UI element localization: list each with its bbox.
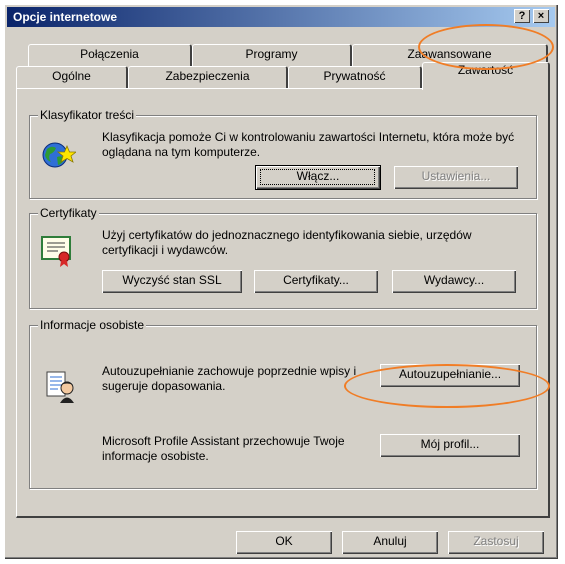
tab-connections[interactable]: Połączenia <box>28 44 192 66</box>
cancel-button[interactable]: Anuluj <box>342 531 438 554</box>
my-profile-button-label: Mój profil... <box>420 437 480 451</box>
certificates-button-label: Certyfikaty... <box>283 273 349 287</box>
tab-label: Prywatność <box>323 69 386 83</box>
tab-general[interactable]: Ogólne <box>16 66 128 89</box>
tab-label: Zabezpieczenia <box>165 69 250 83</box>
autocomplete-description: Autouzupełnianie zachowuje poprzednie wp… <box>102 364 357 393</box>
content-advisor-description: Klasyfikacja pomoże Ci w kontrolowaniu z… <box>102 130 515 159</box>
publishers-button-label: Wydawcy... <box>423 273 485 287</box>
settings-button-label: Ustawienia... <box>421 169 491 183</box>
autocomplete-icon <box>46 371 74 403</box>
settings-button[interactable]: Ustawienia... <box>394 166 518 189</box>
apply-button-label: Zastosuj <box>473 534 519 548</box>
enable-button[interactable]: Włącz... <box>255 165 381 190</box>
personal-info-title: Informacje osobiste <box>38 318 147 332</box>
help-button[interactable]: ? <box>514 9 530 23</box>
internet-options-dialog: Opcje internetowe ? × Połączenia Program… <box>4 4 558 559</box>
annotation-ellipse-advanced-tab <box>418 24 554 70</box>
content-advisor-icon <box>42 142 76 168</box>
clear-ssl-state-label: Wyczyść stan SSL <box>122 273 222 287</box>
certificate-icon <box>41 236 71 267</box>
profile-description: Microsoft Profile Assistant przechowuje … <box>102 434 345 463</box>
certificates-description: Użyj certyfikatów do jednoznacznego iden… <box>102 228 472 257</box>
ok-button-label: OK <box>275 534 293 548</box>
tab-label: Połączenia <box>80 47 139 61</box>
close-button[interactable]: × <box>533 9 549 23</box>
tab-label: Programy <box>245 47 298 61</box>
publishers-button[interactable]: Wydawcy... <box>392 270 516 293</box>
content-advisor-title: Klasyfikator treści <box>38 108 137 122</box>
certificates-group: Certyfikaty Użyj certyfikatów do jednozn… <box>29 206 537 309</box>
tab-programs[interactable]: Programy <box>192 44 352 66</box>
certificates-button[interactable]: Certyfikaty... <box>254 270 378 293</box>
tab-security[interactable]: Zabezpieczenia <box>128 66 288 89</box>
content-advisor-group: Klasyfikator treści Klasyfikacja pomoże … <box>29 108 537 199</box>
cancel-button-label: Anuluj <box>373 534 407 548</box>
ok-button[interactable]: OK <box>236 531 332 554</box>
tab-privacy[interactable]: Prywatność <box>288 66 422 89</box>
tab-label: Ogólne <box>52 69 91 83</box>
certificates-title: Certyfikaty <box>38 206 99 220</box>
clear-ssl-state-button[interactable]: Wyczyść stan SSL <box>102 270 242 293</box>
window-title: Opcje internetowe <box>13 10 118 24</box>
focus-rect <box>260 169 375 185</box>
annotation-ellipse-autocomplete <box>344 364 550 408</box>
apply-button[interactable]: Zastosuj <box>448 531 544 554</box>
content-tab-panel: Klasyfikator treści Klasyfikacja pomoże … <box>16 88 550 518</box>
my-profile-button[interactable]: Mój profil... <box>380 434 520 457</box>
